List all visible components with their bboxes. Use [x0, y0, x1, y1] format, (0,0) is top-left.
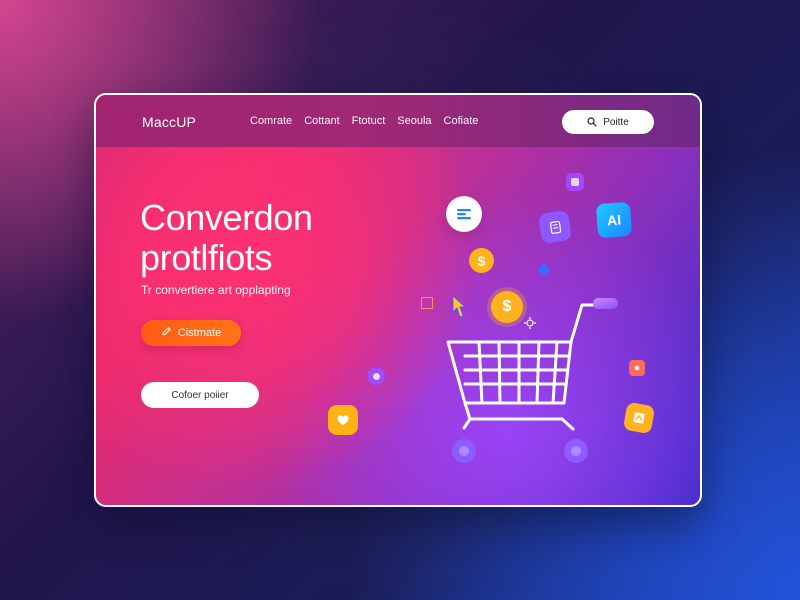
search-icon — [587, 117, 597, 127]
nav-item-cottant[interactable]: Cottant — [304, 115, 339, 127]
floating-dollar-icon-left: $ — [469, 248, 494, 273]
nav-item-seoula[interactable]: Seoula — [397, 115, 431, 127]
app-window: MaccUP Comrate Cottant Ftotuct Seoula Co… — [94, 93, 702, 507]
hero-title-line-1: Converdon — [140, 197, 313, 238]
pencil-icon — [161, 326, 172, 340]
nav-item-comrate[interactable]: Comrate — [250, 115, 292, 127]
floating-chart-icon — [446, 196, 482, 232]
nav-item-ftotuct[interactable]: Ftotuct — [352, 115, 386, 127]
floating-square-outline-icon — [421, 297, 433, 309]
floating-ai-label: AI — [606, 211, 622, 229]
hero-subtitle: Tr convertiere art opplapting — [141, 283, 291, 297]
floating-dollar-label-left: $ — [477, 252, 486, 269]
floating-spark-icon — [536, 262, 552, 278]
floating-purple-dot-icon — [367, 367, 385, 385]
search-pill-label: Poitte — [603, 116, 629, 128]
primary-cta-label: Cistmate — [177, 327, 222, 339]
hero-title: Converdon protlfiots — [140, 198, 313, 278]
nav-links: Comrate Cottant Ftotuct Seoula Cofiate — [250, 115, 478, 127]
floating-small-purple-icon — [566, 173, 584, 191]
brand-logo: MaccUP — [142, 114, 197, 130]
secondary-cta-button[interactable]: Cofoer poiier — [141, 382, 259, 408]
floating-ai-icon: AI — [595, 201, 633, 239]
top-navbar: MaccUP Comrate Cottant Ftotuct Seoula Co… — [96, 95, 700, 147]
nav-item-cofiate[interactable]: Cofiate — [444, 115, 479, 127]
primary-cta-button[interactable]: Cistmate — [141, 320, 241, 346]
shopping-cart — [433, 293, 633, 473]
floating-heart-icon — [328, 405, 358, 435]
search-pill[interactable]: Poitte — [562, 110, 654, 134]
floating-document-icon — [538, 210, 572, 244]
hero-title-line-2: protlfiots — [140, 237, 273, 278]
